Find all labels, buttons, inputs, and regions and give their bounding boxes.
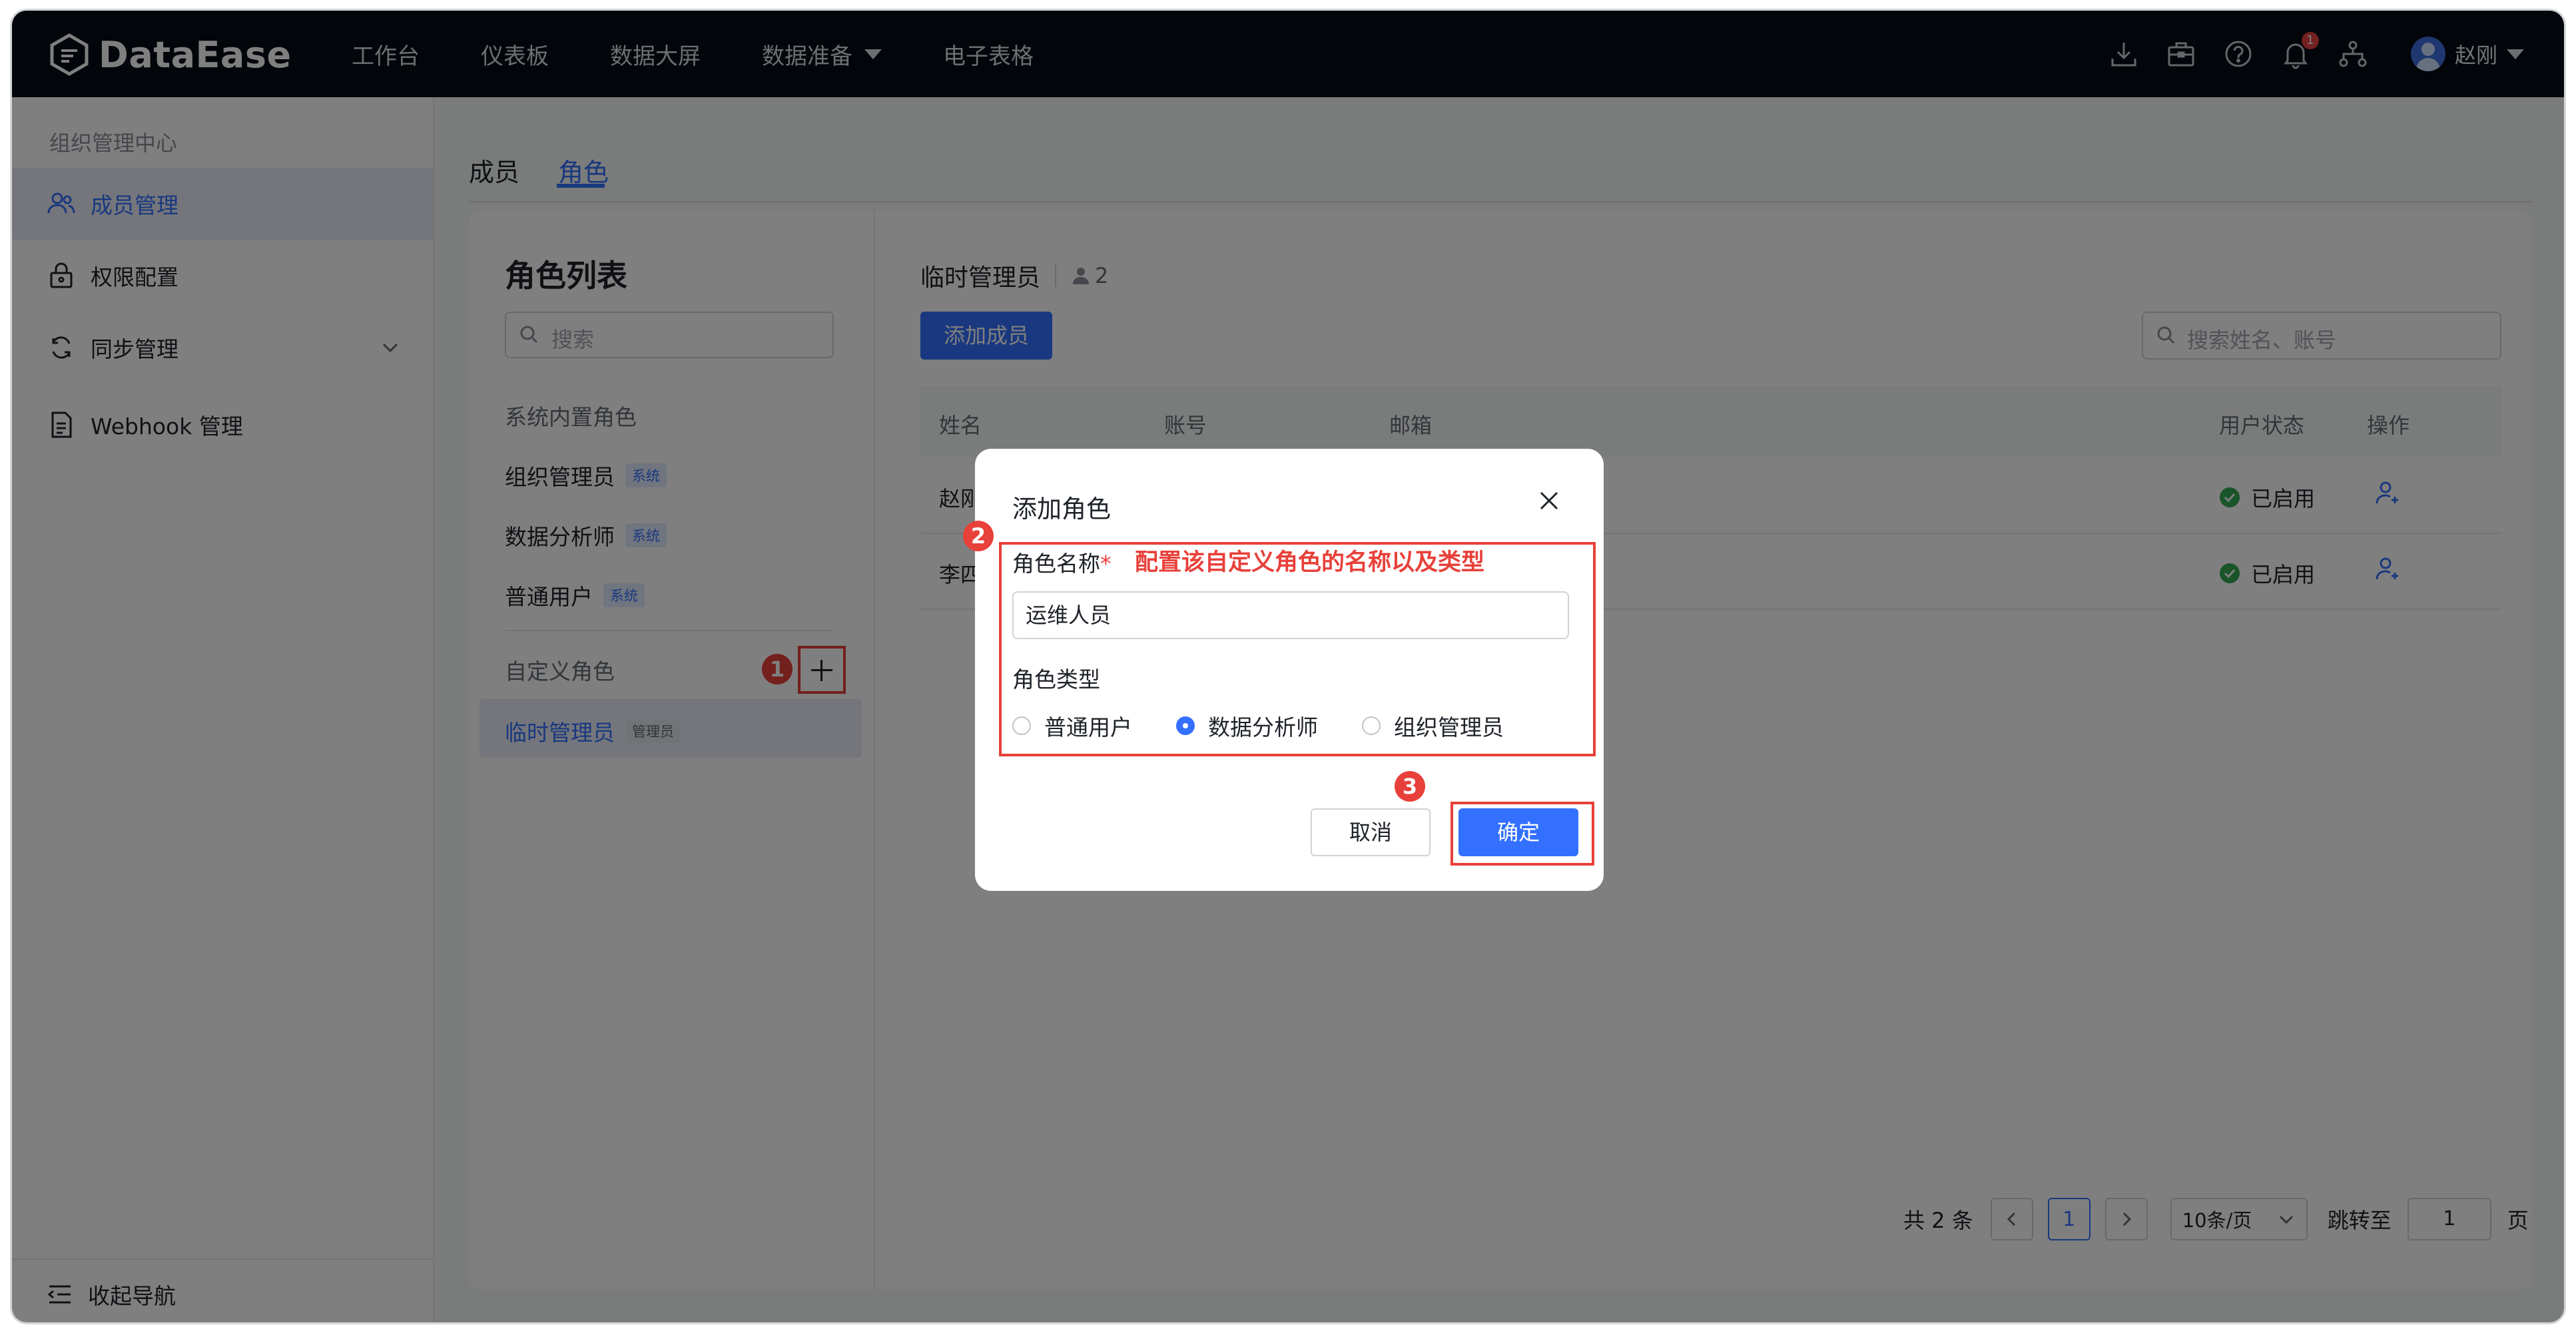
cancel-button[interactable]: 取消 (1311, 808, 1431, 856)
role-name-label: 角色名称* (1012, 546, 1112, 578)
close-icon[interactable] (1537, 489, 1561, 513)
role-type-radio-group: 普通用户 数据分析师 组织管理员 (1012, 710, 1548, 742)
required-mark: * (1100, 551, 1112, 577)
callout-step-3: 3 (1395, 771, 1425, 802)
confirm-button[interactable]: 确定 (1458, 808, 1578, 856)
role-name-label-text: 角色名称 (1012, 551, 1100, 577)
dialog-title: 添加角色 (1012, 495, 1111, 523)
role-type-label: 角色类型 (1012, 666, 1100, 692)
callout-step-2: 2 (963, 521, 994, 551)
role-name-input[interactable]: 运维人员 (1012, 591, 1569, 639)
radio-label: 组织管理员 (1394, 714, 1504, 740)
radio-org-admin[interactable]: 组织管理员 (1362, 710, 1504, 742)
annotation-note: 配置该自定义角色的名称以及类型 (1135, 549, 1485, 576)
radio-label: 数据分析师 (1208, 714, 1318, 740)
radio-label: 普通用户 (1044, 714, 1132, 740)
radio-data-analyst[interactable]: 数据分析师 (1176, 710, 1318, 742)
add-role-dialog: 添加角色 2 角色名称* 配置该自定义角色的名称以及类型 运维人员 角色类型 普… (963, 449, 1604, 891)
radio-circle-checked (1176, 716, 1195, 735)
radio-normal-user[interactable]: 普通用户 (1012, 710, 1132, 742)
radio-circle (1012, 716, 1031, 735)
app-window: DataEase 工作台 仪表板 数据大屏 数据准备 电子表格 1 (12, 11, 2564, 1322)
radio-circle (1362, 716, 1381, 735)
